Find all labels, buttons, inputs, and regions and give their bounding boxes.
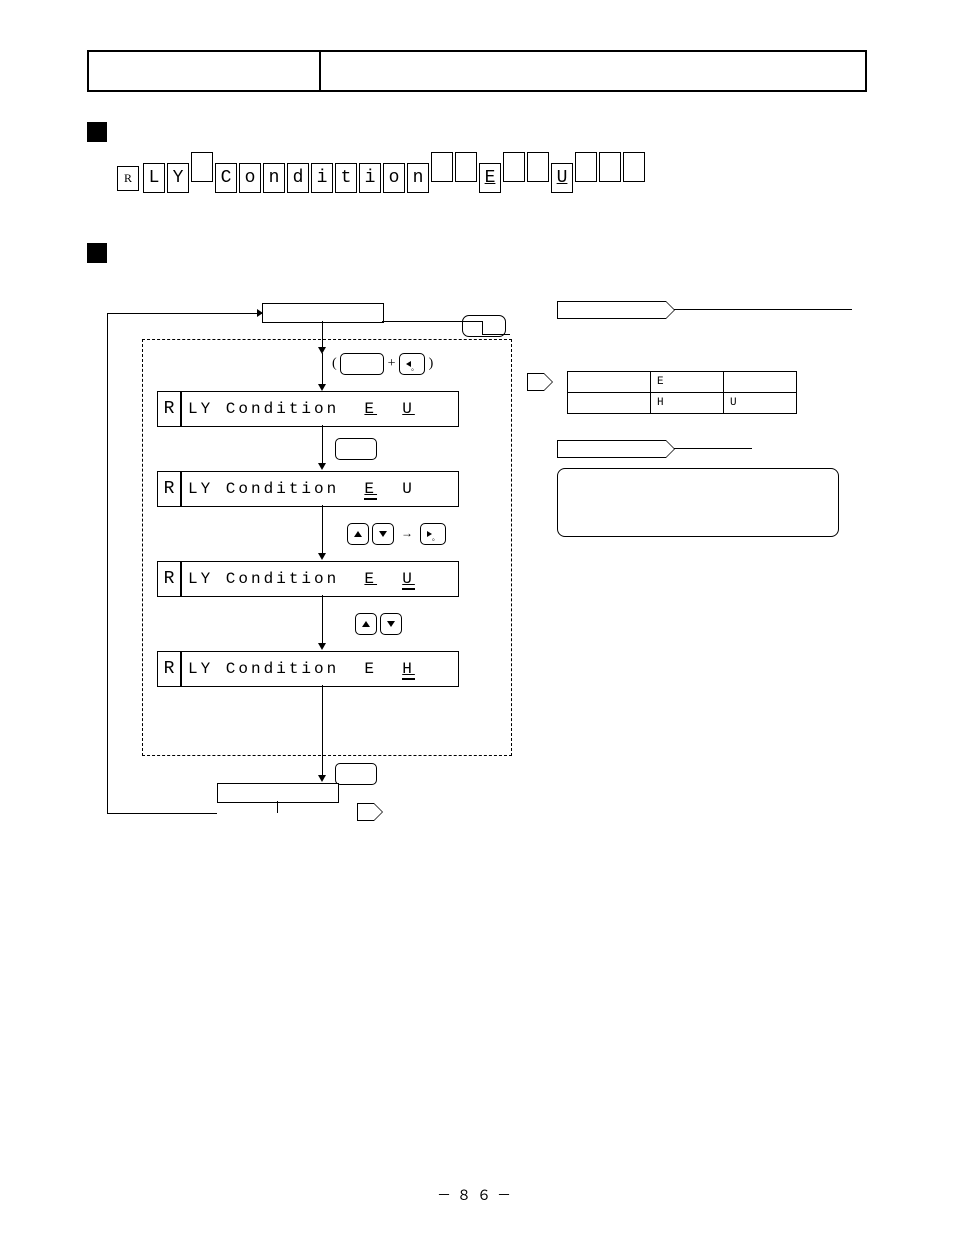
right-button[interactable]: 。: [420, 523, 446, 545]
pentagon-2: [357, 803, 374, 821]
cell-2-1: [568, 393, 651, 414]
pentagon-right-1: [557, 301, 666, 319]
down-button-2[interactable]: [380, 613, 402, 635]
bottom-box: [217, 783, 339, 803]
pentagon-1: [527, 373, 544, 391]
nav-buttons-row-2: [355, 613, 402, 635]
header-box: [87, 50, 867, 92]
lcd-row-1: R LY Condition E U: [157, 391, 459, 427]
mode-button-2[interactable]: [340, 353, 384, 375]
bullet-2: [87, 243, 107, 263]
header-left: [89, 52, 321, 90]
top-box: [262, 303, 384, 323]
pentagon-right-2: [557, 440, 666, 458]
lcd-row-4: R LY Condition E H: [157, 651, 459, 687]
lcd-row-2: R LY Condition E U: [157, 471, 459, 507]
left-arrow-button[interactable]: 。: [399, 353, 425, 375]
header-right: [321, 52, 865, 90]
value-table: E H U: [567, 371, 797, 414]
bullet-1: [87, 122, 107, 142]
cell-1-3: [724, 372, 797, 393]
lcd-row-3: R LY Condition E U: [157, 561, 459, 597]
main-lcd-display: RLY Condition E U: [117, 152, 867, 193]
lcd-row-4-first: R: [158, 652, 182, 686]
lcd-row-3-text: LY Condition E U: [182, 562, 458, 596]
up-button-2[interactable]: [355, 613, 377, 635]
lcd-row-1-text: LY Condition E U: [182, 392, 458, 426]
page-number: －８６－: [0, 1185, 954, 1205]
up-button-1[interactable]: [347, 523, 369, 545]
lcd-row-3-first: R: [158, 562, 182, 596]
lcd-row-2-text: LY Condition E U: [182, 472, 458, 506]
lcd-row-2-first: R: [158, 472, 182, 506]
lcd-row-4-text: LY Condition E H: [182, 652, 458, 686]
cell-2-3: U: [724, 393, 797, 414]
cell-1-2: E: [651, 372, 724, 393]
nav-buttons-row-1: → 。: [347, 523, 446, 545]
key-combo-mode-left: ( + 。 ): [332, 353, 433, 375]
enter-button-1[interactable]: [335, 438, 377, 460]
lcd-row-1-first: R: [158, 392, 182, 426]
note-box: [557, 468, 839, 537]
enter-button-2[interactable]: [335, 763, 377, 785]
down-button-1[interactable]: [372, 523, 394, 545]
cell-2-2: H: [651, 393, 724, 414]
cell-1-1: [568, 372, 651, 393]
